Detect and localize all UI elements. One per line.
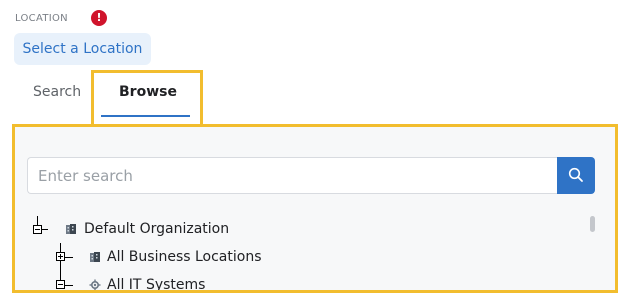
select-location-button[interactable]: Select a Location <box>14 33 151 65</box>
required-alert-icon: ! <box>91 10 107 26</box>
location-label: LOCATION <box>15 13 68 24</box>
tab-search[interactable]: Search <box>33 82 81 102</box>
highlight-browse-tab-frame <box>91 70 203 125</box>
highlight-browse-panel-frame <box>12 124 618 293</box>
